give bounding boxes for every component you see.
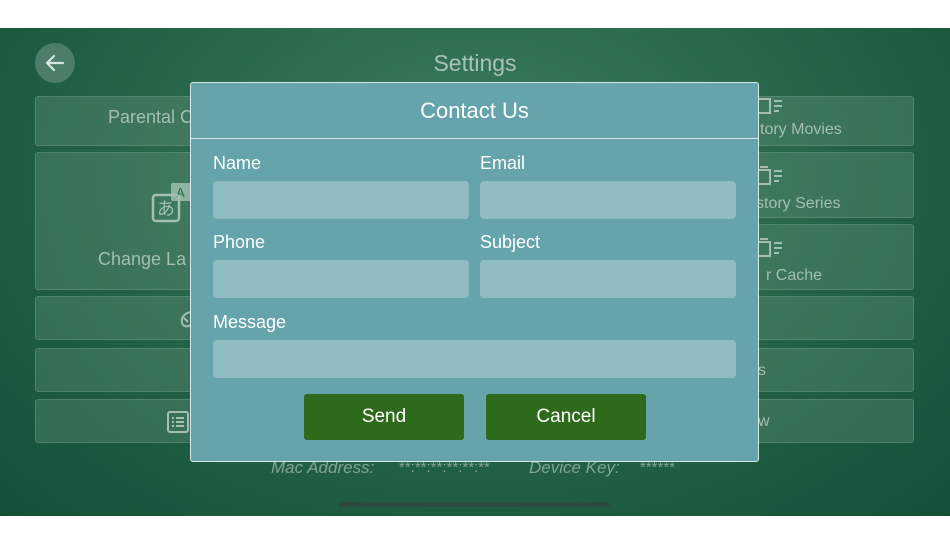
tile-language-label: Change La xyxy=(98,249,187,269)
cancel-button[interactable]: Cancel xyxy=(486,394,646,440)
phone-input[interactable] xyxy=(213,260,469,298)
tile-row5-left[interactable] xyxy=(35,399,200,443)
subject-label: Subject xyxy=(480,232,541,252)
history-icon xyxy=(757,98,782,114)
home-indicator xyxy=(338,502,610,507)
send-button[interactable]: Send xyxy=(304,394,464,440)
tile-row3-right[interactable] xyxy=(745,296,914,340)
tile-history-series-label: story Series xyxy=(756,195,841,212)
svg-text:あ: あ xyxy=(157,199,175,220)
contact-us-dialog: Contact Us Name Email Phone Subject Mess… xyxy=(190,82,759,462)
message-input[interactable] xyxy=(213,340,736,378)
page-title: Settings xyxy=(433,50,517,76)
svg-text:A: A xyxy=(176,185,185,200)
tile-row4-right-label: s xyxy=(758,362,766,379)
subject-input[interactable] xyxy=(480,260,736,298)
tile-row5-right[interactable]: w xyxy=(745,399,914,443)
tile-history-movies-label: tory Movies xyxy=(760,121,842,138)
tile-clear-cache[interactable]: r Cache xyxy=(745,224,914,290)
tile-change-language[interactable]: A あ Change La xyxy=(35,152,200,290)
tile-parental-control[interactable]: Parental C xyxy=(35,96,200,146)
language-icon: A あ xyxy=(151,183,191,223)
tile-history-series[interactable]: story Series xyxy=(745,152,914,218)
email-input[interactable] xyxy=(480,181,736,219)
history-series-icon xyxy=(757,166,782,185)
dialog-title: Contact Us xyxy=(191,83,758,139)
tile-row3-left[interactable] xyxy=(35,296,200,340)
tile-row4-right[interactable]: s xyxy=(745,348,914,392)
tile-history-movies[interactable]: tory Movies xyxy=(745,96,914,146)
tile-row5-right-label: w xyxy=(758,413,770,430)
message-label: Message xyxy=(213,312,287,332)
tile-clear-cache-label: r Cache xyxy=(766,267,823,284)
cache-icon xyxy=(757,238,782,257)
settings-screen: Settings Parental C A あ Change La tory M… xyxy=(0,28,950,516)
email-label: Email xyxy=(480,153,526,173)
name-input[interactable] xyxy=(213,181,469,219)
tile-row4-left[interactable] xyxy=(35,348,200,392)
list-icon xyxy=(167,411,189,433)
tile-parental-label: Parental C xyxy=(108,107,194,127)
name-label: Name xyxy=(213,153,262,173)
phone-label: Phone xyxy=(213,232,266,252)
